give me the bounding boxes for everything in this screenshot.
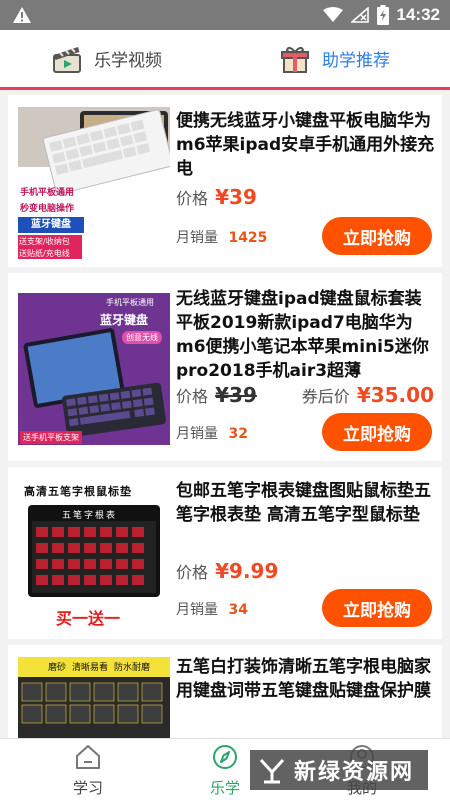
product-thumbnail[interactable]: 磨砂 清晰易看 防水耐磨: [18, 657, 170, 738]
thumb-caption: 送手机平板支架: [20, 431, 82, 444]
thumb-caption-text: 防水耐磨: [114, 663, 151, 673]
monthly-sales: 月销量 34: [176, 599, 248, 619]
tab-video-label: 乐学视频: [94, 51, 162, 71]
product-list[interactable]: 手机平板通用 秒变电脑操作 蓝牙键盘 送支架/收纳包 送贴纸/充电线 便携无线蓝…: [0, 93, 450, 738]
coupon-price: 券后价 ¥35.00: [302, 383, 434, 407]
price: 价格 ¥9.99: [176, 559, 278, 583]
buy-now-button[interactable]: 立即抢购: [322, 413, 432, 451]
product-thumbnail[interactable]: 手机平板通用 秒变电脑操作 蓝牙键盘 送支架/收纳包 送贴纸/充电线: [18, 107, 170, 259]
signal-icon: [350, 7, 369, 23]
sales-label: 月销量: [176, 426, 218, 442]
thumb-caption: 高清五笔字根鼠标垫: [24, 485, 132, 498]
nav-label: 学习: [72, 779, 103, 797]
product-title[interactable]: 无线蓝牙键盘ipad键盘鼠标套装平板2019新款ipad7电脑华为m6便携小笔记…: [176, 287, 438, 383]
thumb-caption-text: 清晰易看: [72, 663, 109, 673]
thumb-banner: 蓝牙键盘: [18, 217, 84, 233]
price: 价格 ¥39: [176, 185, 257, 209]
sales-label: 月销量: [176, 602, 218, 618]
thumb-banner: 买一送一: [56, 609, 121, 628]
sales-count: 34: [228, 602, 248, 618]
status-bar: 14:32: [0, 0, 450, 30]
buy-now-button[interactable]: 立即抢购: [322, 589, 432, 627]
sales-count: 32: [228, 426, 248, 442]
monthly-sales: 月销量 32: [176, 423, 248, 443]
clapperboard-icon: [53, 46, 81, 73]
coupon-price-value: ¥35.00: [356, 383, 434, 407]
sales-label: 月销量: [176, 230, 218, 246]
thumb-caption-text: 磨砂: [48, 663, 67, 673]
product-thumbnail[interactable]: 高清五笔字根鼠标垫 五笔字根表 买一送一: [18, 477, 170, 629]
product-card[interactable]: 手机平板通用 蓝牙键盘 创意无线 送手机平板支架 无线蓝牙键盘ipad键盘鼠标套…: [8, 273, 442, 461]
price-label: 价格: [176, 563, 209, 582]
clock: 14:32: [396, 5, 440, 24]
tab-recommend-label: 助学推荐: [322, 51, 390, 71]
thumb-banner: 蓝牙键盘: [100, 313, 149, 327]
thumb-caption: 创意无线: [122, 331, 162, 344]
watermark: 新绿资源网: [250, 750, 428, 790]
coupon-label: 券后价: [301, 387, 350, 406]
price-label: 价格: [176, 189, 209, 208]
gift-icon: [281, 46, 309, 73]
warning-icon: [13, 7, 31, 23]
price-value: ¥9.99: [215, 559, 279, 583]
monthly-sales: 月销量 1425: [176, 227, 267, 247]
watermark-logo-icon: [259, 758, 285, 784]
nav-item-study[interactable]: 学习: [33, 739, 143, 800]
product-title[interactable]: 五笔白打装饰清晰五笔字根电脑家用键盘词带五笔键盘贴键盘保护膜: [176, 655, 438, 703]
thumb-caption: 五笔字根表: [62, 511, 118, 521]
tab-recommend[interactable]: 助学推荐: [280, 30, 390, 87]
thumb-caption: 手机平板通用: [106, 298, 154, 307]
top-tab-bar: 乐学视频 助学推荐: [0, 30, 450, 90]
thumb-caption: 磨砂 清晰易看 防水耐磨: [48, 660, 150, 673]
watermark-text: 新绿资源网: [294, 760, 415, 785]
wifi-icon: [322, 7, 343, 22]
product-card[interactable]: 高清五笔字根鼠标垫 五笔字根表 买一送一 包邮五笔字根表键盘图贴鼠标垫五笔字根表…: [8, 467, 442, 639]
price-value: ¥39: [215, 185, 257, 209]
compass-icon: [213, 745, 237, 769]
price: 价格 ¥39: [176, 383, 257, 407]
thumb-caption: 秒变电脑操作: [20, 204, 75, 214]
thumb-caption: 手机平板通用: [20, 188, 75, 198]
tab-video[interactable]: 乐学视频: [52, 30, 162, 87]
buy-now-button[interactable]: 立即抢购: [322, 217, 432, 255]
sales-count: 1425: [228, 230, 268, 246]
product-card[interactable]: 磨砂 清晰易看 防水耐磨 五笔白打装饰清晰五笔字根电脑家用键盘词带五笔键盘贴键盘…: [8, 645, 442, 738]
product-title[interactable]: 包邮五笔字根表键盘图贴鼠标垫五笔字根表垫 高清五笔字型鼠标垫: [176, 479, 438, 527]
home-icon: [76, 745, 100, 769]
product-card[interactable]: 手机平板通用 秒变电脑操作 蓝牙键盘 送支架/收纳包 送贴纸/充电线 便携无线蓝…: [8, 95, 442, 267]
price-label: 价格: [176, 387, 209, 406]
battery-charging-icon: [376, 5, 389, 25]
original-price-value: ¥39: [215, 383, 257, 407]
product-title[interactable]: 便携无线蓝牙小键盘平板电脑华为m6苹果ipad安卓手机通用外接充电: [176, 109, 438, 181]
product-thumbnail[interactable]: 手机平板通用 蓝牙键盘 创意无线 送手机平板支架: [18, 293, 170, 445]
thumb-caption: 送贴纸/充电线: [18, 247, 82, 259]
